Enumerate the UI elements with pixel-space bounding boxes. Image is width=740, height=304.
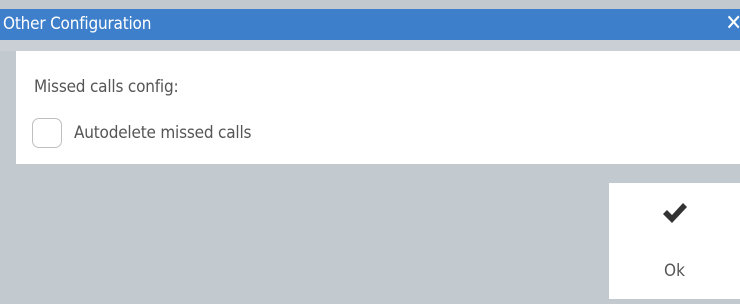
autodelete-missed-calls-option[interactable]: Autodelete missed calls [32,117,251,149]
autodelete-missed-calls-checkbox[interactable] [32,118,62,148]
section-label: Missed calls config: [34,77,179,97]
dialog-title: Other Configuration [3,14,152,34]
content-panel: Missed calls config: Autodelete missed c… [16,51,740,164]
title-bar-separator [0,40,740,51]
autodelete-missed-calls-label: Autodelete missed calls [74,123,252,143]
dialog-title-bar: Other Configuration ✕ [0,9,740,40]
checkmark-icon [662,203,687,223]
close-icon[interactable]: ✕ [725,12,740,36]
other-configuration-dialog: Other Configuration ✕ Missed calls confi… [0,0,740,304]
ok-button[interactable]: Ok [609,183,740,299]
ok-label: Ok [664,261,685,281]
